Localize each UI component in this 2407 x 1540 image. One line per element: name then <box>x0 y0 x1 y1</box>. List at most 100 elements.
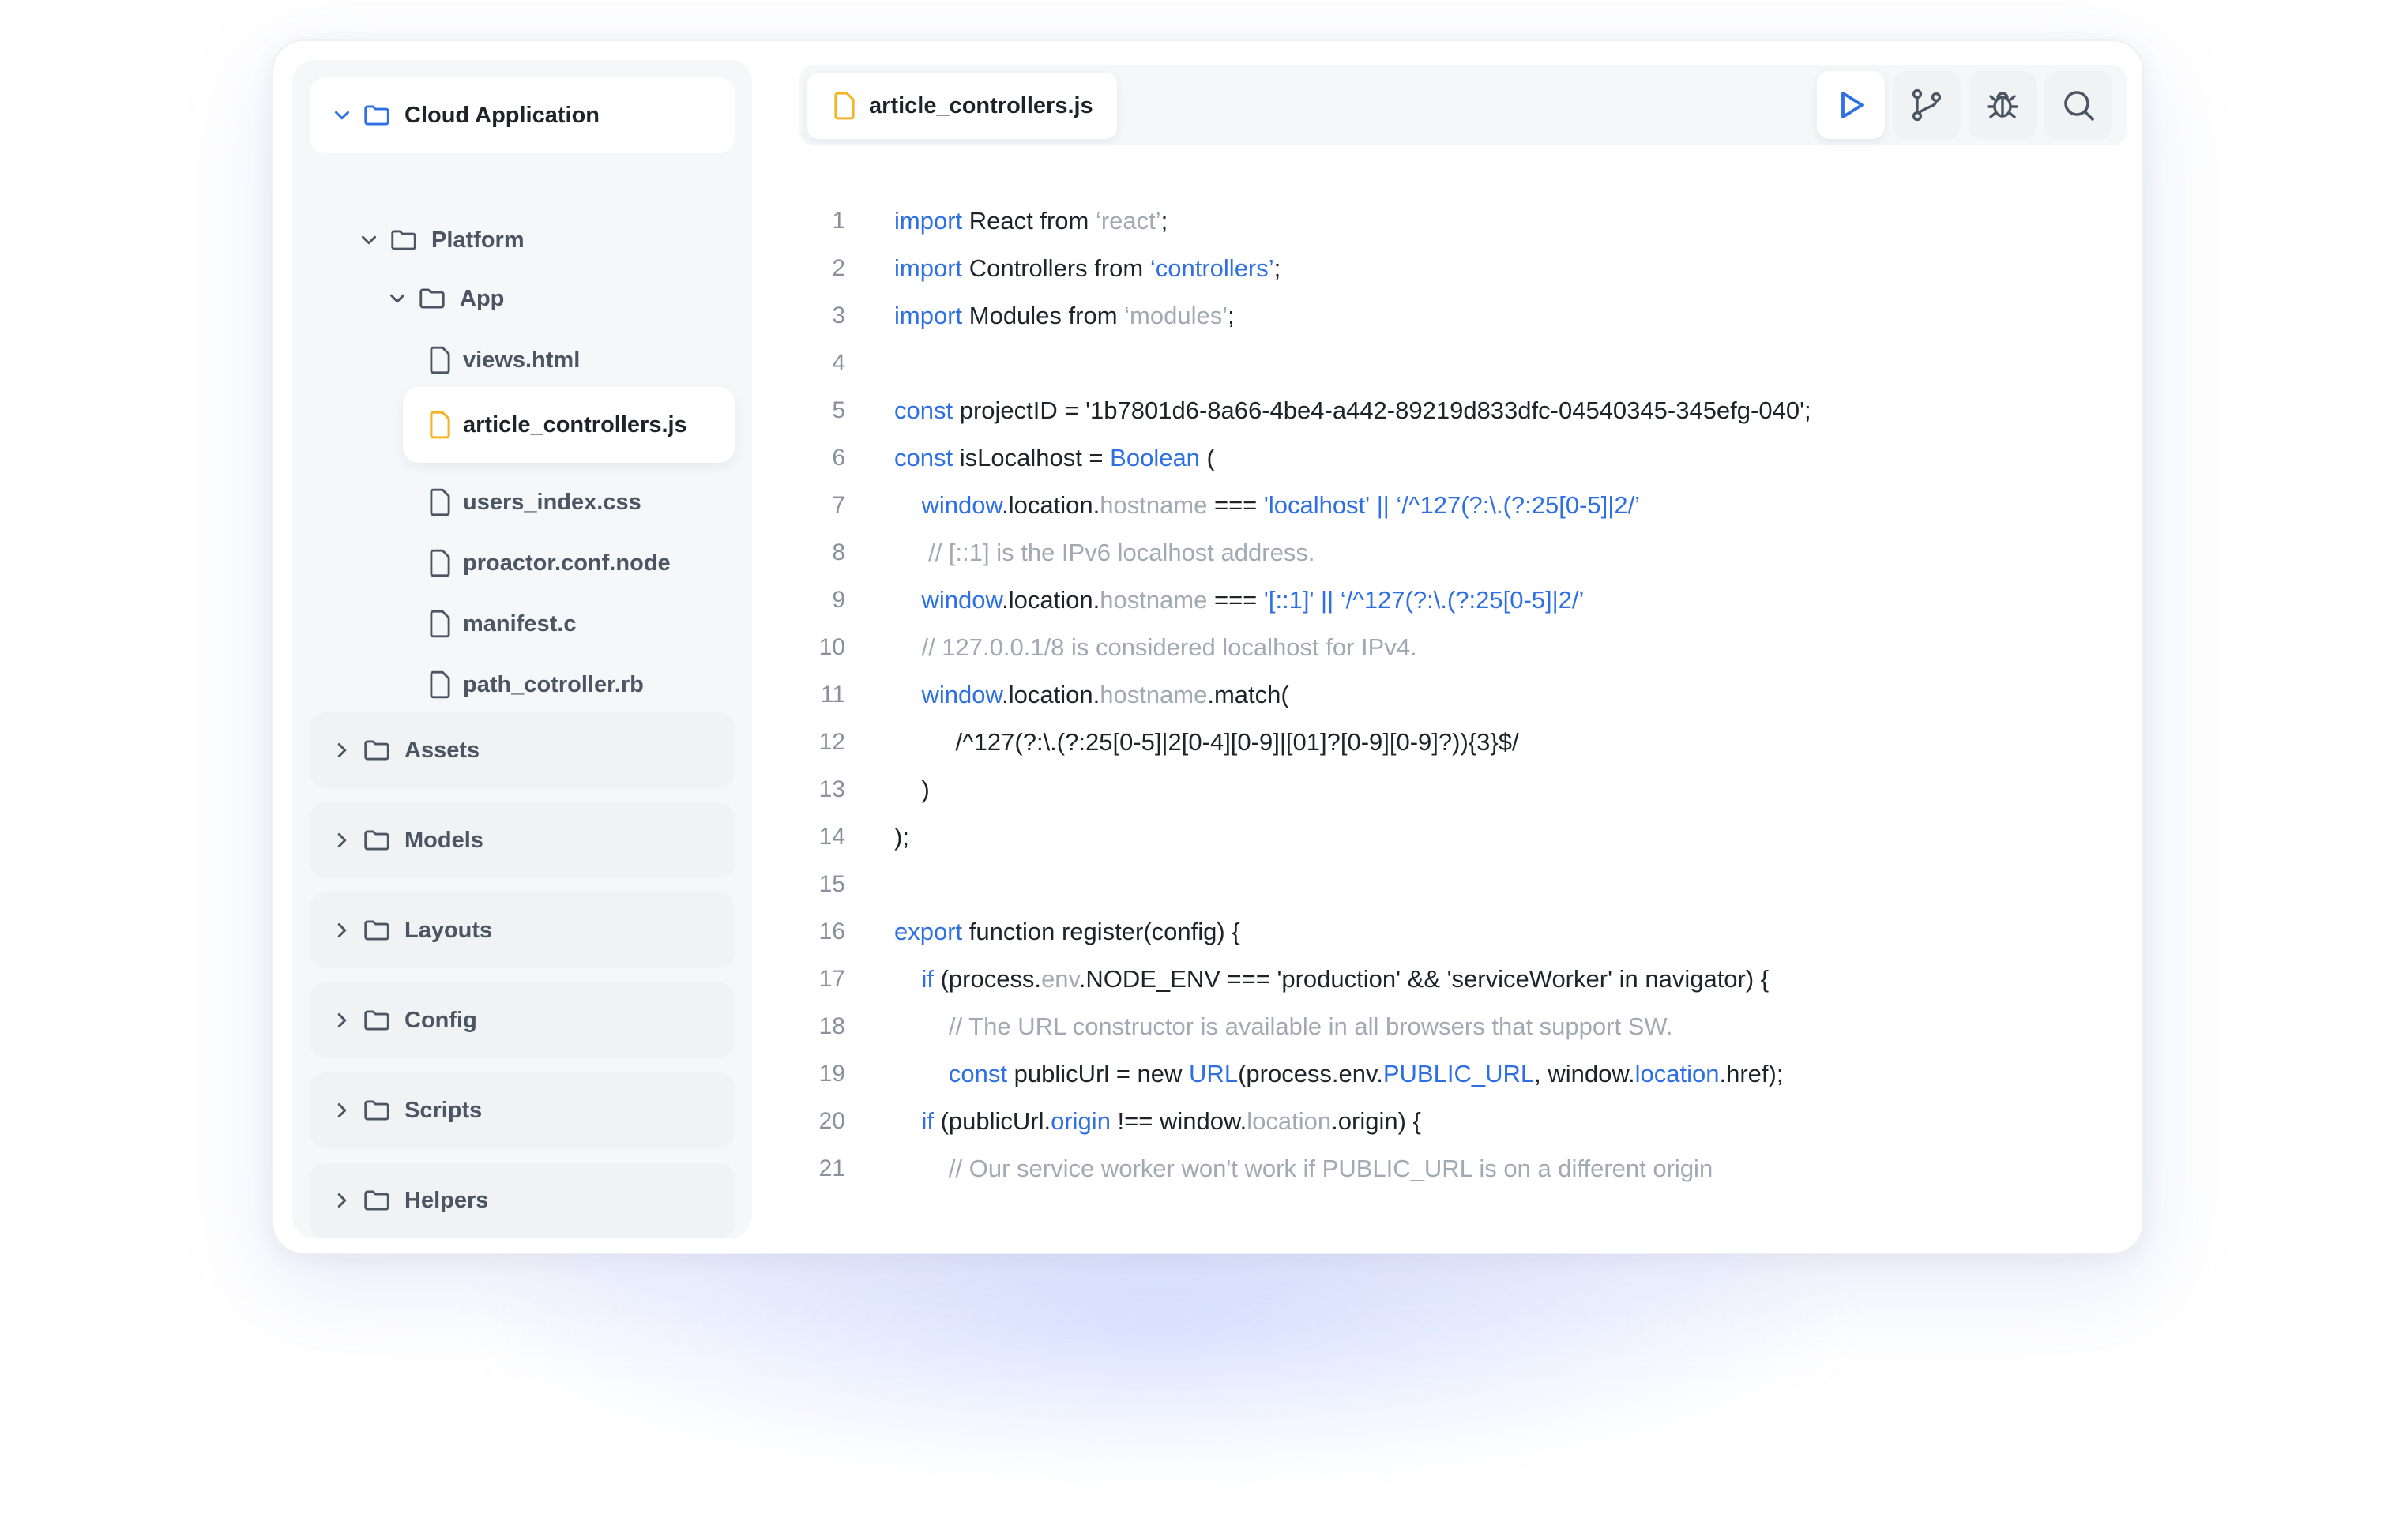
code-line[interactable]: 7 window.location.hostname === 'localhos… <box>799 482 2127 529</box>
tree-root-cloud-application[interactable]: Cloud Application <box>310 77 735 153</box>
line-number: 3 <box>832 302 845 329</box>
code-editor: article_controllers.js 1 import React fr… <box>799 65 2127 1234</box>
code-line[interactable]: 4 <box>799 340 2127 387</box>
group-label: Layouts <box>404 917 493 943</box>
debug-button[interactable] <box>1969 71 2037 139</box>
code-line[interactable]: 14); <box>799 813 2127 861</box>
tree-file-manifest-c[interactable]: manifest.c <box>427 600 576 648</box>
tree-file-path-cotroller-rb[interactable]: path_cotroller.rb <box>427 661 644 708</box>
code-line[interactable]: 2 import Controllers from ‘controllers’; <box>799 245 2127 292</box>
tree-item-label: path_cotroller.rb <box>463 671 644 697</box>
code-text: /^127(?:\.(?:25[0-5]|2[0-4][0-9]|[01]?[0… <box>894 728 1519 756</box>
tree-folder-assets[interactable]: Assets <box>310 712 735 788</box>
tree-file-proactor-conf-node[interactable]: proactor.conf.node <box>427 539 671 587</box>
tree-file-views-html[interactable]: views.html <box>427 336 580 384</box>
code-text: ); <box>894 823 909 851</box>
folder-icon <box>364 105 389 126</box>
line-number: 14 <box>818 824 845 850</box>
tree-file-article-controllers-js[interactable]: article_controllers.js <box>403 387 735 463</box>
code-line[interactable]: 1 import React from ‘react’; <box>799 197 2127 245</box>
folder-icon <box>419 288 445 309</box>
code-line[interactable]: 16 export function register(config) { <box>799 908 2127 956</box>
code-area[interactable]: 1 import React from ‘react’; 2 import Contr… <box>799 197 2127 1193</box>
code-text: if (process.env.NODE_ENV === 'production… <box>921 965 1770 993</box>
code-text: const projectID = '1b7801d6-8a66-4be4-a4… <box>894 396 1811 424</box>
group-label: Helpers <box>404 1187 489 1213</box>
line-number: 11 <box>820 682 845 708</box>
folder-icon <box>364 830 389 851</box>
search-button[interactable] <box>2044 71 2112 139</box>
chevron-down-icon <box>390 294 404 303</box>
code-text: // 127.0.0.1/8 is considered localhost f… <box>921 633 1417 661</box>
group-label: Models <box>404 827 483 853</box>
code-text: window.location.hostname.match( <box>921 681 1289 708</box>
tab-article-controllers-js[interactable]: article_controllers.js <box>807 73 1117 139</box>
ide-window: Cloud Application Platform App views.htm… <box>272 39 2144 1254</box>
line-number: 21 <box>818 1155 845 1181</box>
code-text: export function register(config) { <box>894 918 1240 945</box>
search-icon <box>2064 91 2094 121</box>
code-line[interactable]: 10 // 127.0.0.1/8 is considered localhos… <box>799 624 2127 671</box>
code-line[interactable]: 9 window.location.hostname === '[::1]' |… <box>799 577 2127 624</box>
code-line[interactable]: 17 if (process.env.NODE_ENV === 'product… <box>799 956 2127 1003</box>
line-number: 9 <box>832 587 845 613</box>
code-line[interactable]: 18 // The URL constructor is available i… <box>799 1003 2127 1050</box>
code-line[interactable]: 12 /^127(?:\.(?:25[0-5]|2[0-4][0-9]|[01]… <box>799 719 2127 766</box>
line-number: 5 <box>832 397 845 423</box>
code-line[interactable]: 6 const isLocalhost = Boolean ( <box>799 434 2127 482</box>
folder-icon <box>364 1190 389 1211</box>
run-button[interactable] <box>1817 71 1885 139</box>
tree-folder-config[interactable]: Config <box>310 982 735 1058</box>
file-explorer: Cloud Application Platform App views.htm… <box>292 60 752 1238</box>
file-icon <box>430 488 450 516</box>
code-line[interactable]: 19 const publicUrl = new URL(process.env… <box>799 1050 2127 1098</box>
tree-folder-platform[interactable]: Platform <box>357 216 525 264</box>
code-line[interactable]: 5 const projectID = '1b7801d6-8a66-4be4-a… <box>799 387 2127 434</box>
code-line[interactable]: 15 <box>799 861 2127 908</box>
code-line[interactable]: 13 ) <box>799 766 2127 813</box>
line-number: 19 <box>818 1061 845 1087</box>
chevron-down-icon <box>335 111 349 120</box>
code-text: ) <box>894 776 930 803</box>
tree-item-label: views.html <box>463 347 581 373</box>
tree-folder-app[interactable]: App <box>385 275 504 322</box>
line-number: 17 <box>818 966 845 992</box>
folder-icon <box>364 1100 389 1121</box>
file-icon <box>430 411 450 439</box>
tree-item-label: article_controllers.js <box>463 411 687 438</box>
chevron-down-icon <box>362 235 376 245</box>
group-label: Scripts <box>404 1097 483 1123</box>
code-text: // The URL constructor is available in a… <box>948 1012 1673 1040</box>
file-icon <box>834 92 855 120</box>
code-line[interactable]: 21 // Our service worker won't work if P… <box>799 1145 2127 1193</box>
tree-item-label: users_index.css <box>463 489 641 515</box>
code-text: import Modules from ‘modules’; <box>894 302 1235 329</box>
group-label: Assets <box>404 737 480 763</box>
code-text: const publicUrl = new URL(process.env.PU… <box>948 1060 1784 1087</box>
tree-file-users-index-css[interactable]: users_index.css <box>427 479 641 526</box>
folder-icon <box>364 920 389 941</box>
code-line[interactable]: 3 import Modules from ‘modules’; <box>799 292 2127 340</box>
chevron-right-icon <box>337 1193 347 1208</box>
tree-folder-layouts[interactable]: Layouts <box>310 892 735 968</box>
file-icon <box>430 346 450 374</box>
file-icon <box>430 610 450 638</box>
line-number: 20 <box>818 1108 845 1134</box>
folder-icon <box>364 740 389 761</box>
tree-folder-scripts[interactable]: Scripts <box>310 1072 735 1148</box>
tree-folder-models[interactable]: Models <box>310 802 735 878</box>
code-line[interactable]: 20 if (publicUrl.origin !== window.locat… <box>799 1098 2127 1145</box>
folder-icon <box>364 1010 389 1031</box>
git-branch-button[interactable] <box>1893 71 1961 139</box>
code-line[interactable]: 11 window.location.hostname.match( <box>799 671 2127 719</box>
tree-item-label: manifest.c <box>463 610 577 637</box>
git-branch-icon <box>1912 88 1942 122</box>
chevron-right-icon <box>337 923 347 937</box>
tree-folder-helpers[interactable]: Helpers <box>310 1163 735 1238</box>
line-number: 1 <box>832 208 845 234</box>
code-text: if (publicUrl.origin !== window.location… <box>921 1107 1421 1135</box>
code-text: window.location.hostname === 'localhost'… <box>921 491 1641 519</box>
code-line[interactable]: 8 // [::1] is the IPv6 localhost address… <box>799 529 2127 577</box>
code-text: window.location.hostname === '[::1]' || … <box>921 586 1585 614</box>
tree-item-label: App <box>460 285 505 311</box>
